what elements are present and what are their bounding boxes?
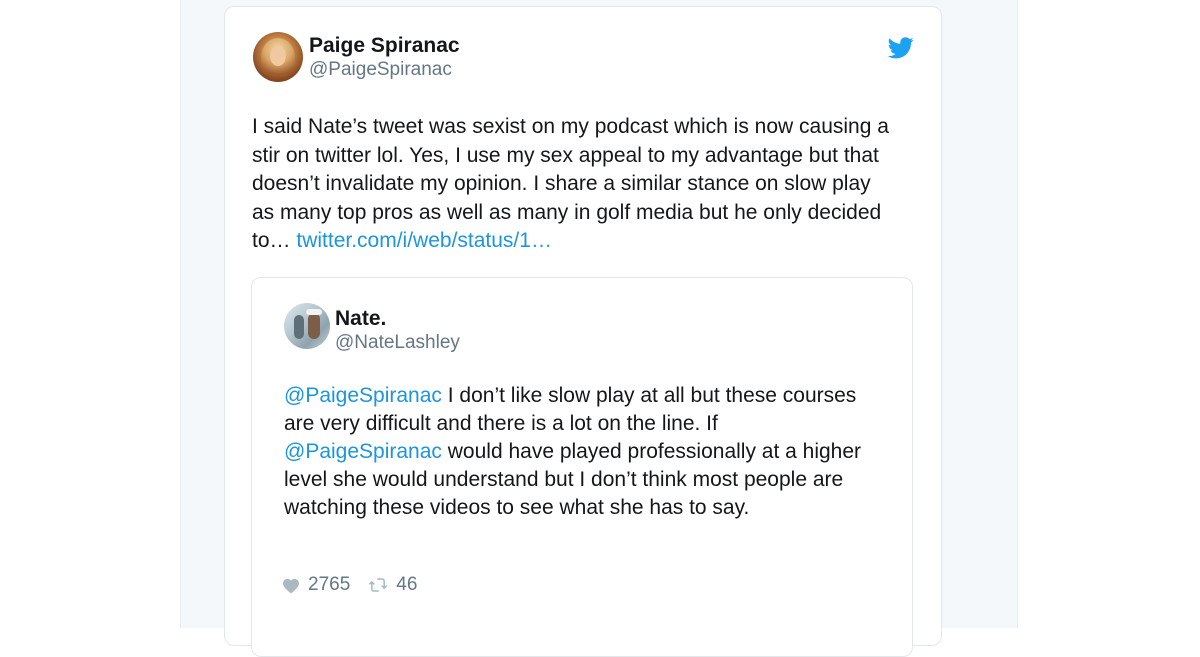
tweet-link[interactable]: twitter.com/i/web/status/1… [296, 229, 552, 252]
retweet-icon[interactable] [368, 577, 388, 593]
twitter-bird-icon[interactable] [887, 37, 914, 59]
author-avatar[interactable] [253, 32, 303, 82]
quoted-tweet[interactable]: Nate. @NateLashley @PaigeSpiranac I don’… [251, 277, 913, 657]
avatar-hat [306, 309, 322, 315]
quoted-author-handle[interactable]: @NateLashley [335, 332, 460, 354]
retweet-count: 46 [396, 574, 418, 595]
heart-icon[interactable] [282, 577, 300, 594]
mention-link[interactable]: @PaigeSpiranac [284, 440, 442, 463]
author-name[interactable]: Paige Spiranac [309, 34, 460, 58]
tweet-actions: 2765 46 [282, 574, 417, 596]
quoted-tweet-text: @PaigeSpiranac I don’t like slow play at… [284, 382, 894, 522]
avatar-face [270, 46, 286, 66]
tweet-card[interactable]: Paige Spiranac @PaigeSpiranac I said Nat… [224, 6, 942, 657]
quoted-author-name[interactable]: Nate. [335, 307, 386, 331]
tweet-text: I said Nate’s tweet was sexist on my pod… [252, 113, 922, 256]
mention-link[interactable]: @PaigeSpiranac [284, 384, 442, 407]
avatar-figure [308, 313, 320, 339]
author-handle[interactable]: @PaigeSpiranac [309, 59, 452, 81]
avatar-figure [294, 315, 304, 339]
like-count: 2765 [308, 574, 351, 595]
quoted-author-avatar[interactable] [284, 303, 330, 349]
